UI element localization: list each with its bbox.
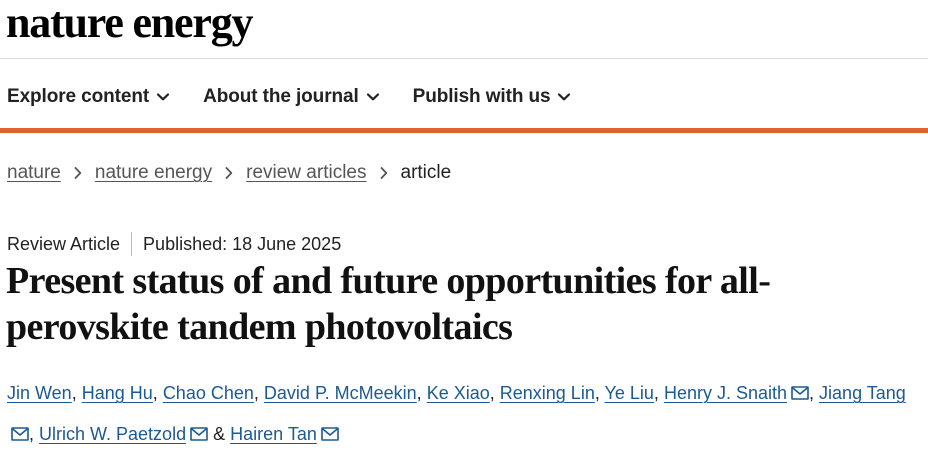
journal-logo[interactable]: nature energy <box>6 0 254 46</box>
author-separator: , <box>416 383 422 403</box>
author-separator: , <box>489 383 495 403</box>
breadcrumb-nature-energy[interactable]: nature energy <box>95 162 212 184</box>
nav-explore-content[interactable]: Explore content <box>7 86 170 108</box>
nav-item-label: Publish with us <box>412 86 551 107</box>
author-link[interactable]: Ye Liu <box>605 383 654 403</box>
chevron-right-icon <box>225 167 233 179</box>
breadcrumb-review-articles[interactable]: review articles <box>246 162 366 184</box>
chevron-right-icon <box>380 167 388 179</box>
envelope-icon[interactable] <box>11 415 29 455</box>
author-separator: , <box>253 383 259 403</box>
breadcrumb: nature nature energy review articles art… <box>7 162 451 184</box>
meta-divider <box>131 232 133 256</box>
accent-bar <box>0 128 928 133</box>
breadcrumb-current: article <box>400 162 452 183</box>
author-ampersand: & <box>213 424 226 444</box>
author-link[interactable]: Hairen Tan <box>230 424 317 444</box>
author-list: Jin Wen, Hang Hu, Chao Chen, David P. Mc… <box>7 373 922 455</box>
main-nav: Explore content About the journal Publis… <box>7 84 604 110</box>
author-separator: , <box>71 383 77 403</box>
article-meta: Review Article Published: 18 June 2025 <box>7 232 341 256</box>
article-type: Review Article <box>7 233 121 254</box>
author-link[interactable]: Jiang Tang <box>819 383 906 403</box>
author-link[interactable]: David P. McMeekin <box>264 383 417 403</box>
author-separator: , <box>653 383 659 403</box>
nav-about-the-journal[interactable]: About the journal <box>203 86 379 108</box>
author-link[interactable]: Chao Chen <box>163 383 254 403</box>
author-separator: , <box>29 424 35 444</box>
envelope-icon[interactable] <box>190 415 208 455</box>
author-link[interactable]: Renxing Lin <box>500 383 595 403</box>
author-separator: , <box>809 383 815 403</box>
author-link[interactable]: Ke Xiao <box>427 383 490 403</box>
chevron-right-icon <box>74 167 82 179</box>
chevron-down-icon <box>157 93 170 101</box>
chevron-down-icon <box>366 93 379 101</box>
nav-item-label: About the journal <box>203 86 359 107</box>
envelope-icon[interactable] <box>321 415 339 455</box>
nav-item-label: Explore content <box>7 86 150 107</box>
chevron-down-icon <box>558 93 571 101</box>
envelope-icon[interactable] <box>791 374 809 414</box>
article-title: Present status of and future opportuniti… <box>6 260 771 348</box>
author-link[interactable]: Ulrich W. Paetzold <box>39 424 186 444</box>
author-link[interactable]: Henry J. Snaith <box>664 383 787 403</box>
header-divider <box>0 58 928 59</box>
author-separator: , <box>594 383 600 403</box>
author-separator: , <box>152 383 158 403</box>
published-date: Published: 18 June 2025 <box>143 233 342 254</box>
nav-publish-with-us[interactable]: Publish with us <box>413 86 571 108</box>
author-link[interactable]: Hang Hu <box>82 383 153 403</box>
breadcrumb-nature[interactable]: nature <box>7 162 61 184</box>
author-link[interactable]: Jin Wen <box>7 383 72 403</box>
